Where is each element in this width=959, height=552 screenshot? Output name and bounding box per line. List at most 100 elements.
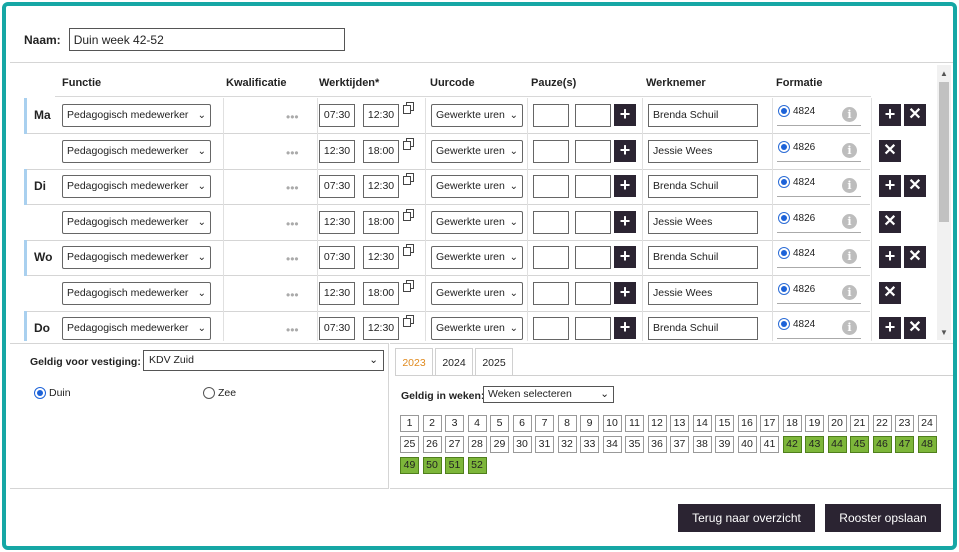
week-checkbox[interactable]: 27: [445, 436, 464, 453]
kwalificatie-more-icon[interactable]: •••: [286, 323, 299, 337]
radio-icon[interactable]: [34, 387, 46, 399]
end-time-input[interactable]: 12:30: [363, 175, 399, 198]
start-time-input[interactable]: 12:30: [319, 210, 355, 234]
week-checkbox[interactable]: 43: [805, 436, 824, 453]
week-checkbox[interactable]: 26: [422, 436, 442, 453]
add-row-button[interactable]: +: [879, 317, 901, 339]
info-icon[interactable]: i: [842, 249, 857, 264]
week-checkbox[interactable]: 38: [692, 436, 712, 453]
scroll-down-icon[interactable]: ▼: [940, 328, 948, 337]
add-pause-button[interactable]: +: [614, 210, 636, 233]
week-checkbox[interactable]: 15: [715, 415, 734, 432]
copy-icon[interactable]: [403, 102, 415, 115]
end-time-input[interactable]: 12:30: [363, 317, 399, 340]
info-icon[interactable]: i: [842, 284, 857, 300]
week-checkbox[interactable]: 7: [535, 415, 554, 432]
kwalificatie-more-icon[interactable]: •••: [286, 217, 299, 231]
week-checkbox[interactable]: 29: [490, 436, 509, 453]
vestiging-select[interactable]: KDV Zuid ⌄: [143, 350, 384, 371]
week-checkbox[interactable]: 1: [400, 415, 419, 432]
pause-end-input[interactable]: [575, 210, 611, 234]
delete-row-button[interactable]: ✕: [904, 317, 926, 339]
save-schedule-button[interactable]: Rooster opslaan: [825, 504, 941, 532]
start-time-input[interactable]: 12:30: [319, 139, 355, 163]
functie-select[interactable]: Pedagogisch medewerker ⌄: [62, 210, 211, 234]
formatie-radio[interactable]: [778, 282, 790, 295]
vestiging-option-duin[interactable]: Duin: [34, 387, 71, 399]
functie-select[interactable]: Pedagogisch medewerker ⌄: [62, 175, 211, 198]
week-checkbox[interactable]: 48: [917, 436, 937, 453]
week-checkbox[interactable]: 12: [647, 415, 667, 432]
week-checkbox[interactable]: 2: [422, 415, 442, 432]
formatie-radio[interactable]: [778, 140, 790, 153]
week-checkbox[interactable]: 4: [467, 415, 487, 432]
formatie-radio[interactable]: [778, 247, 790, 259]
pause-start-input[interactable]: [533, 139, 569, 163]
week-checkbox[interactable]: 23: [895, 415, 914, 432]
week-checkbox[interactable]: 5: [490, 415, 509, 432]
week-checkbox[interactable]: 34: [602, 436, 622, 453]
delete-row-button[interactable]: ✕: [904, 175, 926, 197]
delete-row-button[interactable]: ✕: [879, 210, 901, 233]
start-time-input[interactable]: 07:30: [319, 317, 355, 340]
kwalificatie-more-icon[interactable]: •••: [286, 252, 299, 266]
pause-start-input[interactable]: [533, 281, 569, 305]
week-checkbox[interactable]: 50: [422, 457, 442, 474]
add-row-button[interactable]: +: [879, 104, 901, 126]
delete-row-button[interactable]: ✕: [904, 104, 926, 126]
add-row-button[interactable]: +: [879, 175, 901, 197]
pause-start-input[interactable]: [533, 210, 569, 234]
functie-select[interactable]: Pedagogisch medewerker ⌄: [62, 281, 211, 305]
werknemer-input[interactable]: Brenda Schuil: [648, 246, 758, 269]
kwalificatie-more-icon[interactable]: •••: [286, 288, 299, 302]
week-checkbox[interactable]: 14: [692, 415, 712, 432]
info-icon[interactable]: i: [842, 178, 857, 193]
week-checkbox[interactable]: 28: [467, 436, 487, 453]
werknemer-input[interactable]: Brenda Schuil: [648, 104, 758, 127]
copy-icon[interactable]: [403, 315, 415, 328]
week-checkbox[interactable]: 30: [512, 436, 532, 453]
week-checkbox[interactable]: 51: [445, 457, 464, 474]
end-time-input[interactable]: 12:30: [363, 246, 399, 269]
start-time-input[interactable]: 07:30: [319, 246, 355, 269]
add-pause-button[interactable]: +: [614, 104, 636, 126]
week-checkbox[interactable]: 52: [467, 457, 487, 474]
week-checkbox[interactable]: 18: [782, 415, 802, 432]
add-row-button[interactable]: +: [879, 246, 901, 268]
end-time-input[interactable]: 18:00: [363, 210, 399, 234]
week-checkbox[interactable]: 9: [580, 415, 599, 432]
werknemer-input[interactable]: Jessie Wees: [648, 210, 758, 234]
pause-end-input[interactable]: [575, 281, 611, 305]
week-checkbox[interactable]: 45: [850, 436, 869, 453]
info-icon[interactable]: i: [842, 213, 857, 229]
pause-end-input[interactable]: [575, 317, 611, 340]
add-pause-button[interactable]: +: [614, 317, 636, 339]
week-checkbox[interactable]: 25: [400, 436, 419, 453]
week-checkbox[interactable]: 35: [625, 436, 644, 453]
uurcode-select[interactable]: Gewerkte uren ⌄: [431, 281, 523, 305]
week-checkbox[interactable]: 3: [445, 415, 464, 432]
pause-start-input[interactable]: [533, 175, 569, 198]
start-time-input[interactable]: 07:30: [319, 104, 355, 127]
week-checkbox[interactable]: 47: [895, 436, 914, 453]
week-checkbox[interactable]: 20: [827, 415, 847, 432]
week-checkbox[interactable]: 13: [670, 415, 689, 432]
week-checkbox[interactable]: 6: [512, 415, 532, 432]
week-checkbox[interactable]: 31: [535, 436, 554, 453]
delete-row-button[interactable]: ✕: [904, 246, 926, 268]
pause-start-input[interactable]: [533, 104, 569, 127]
pause-start-input[interactable]: [533, 317, 569, 340]
functie-select[interactable]: Pedagogisch medewerker ⌄: [62, 246, 211, 269]
kwalificatie-more-icon[interactable]: •••: [286, 146, 299, 160]
add-pause-button[interactable]: +: [614, 175, 636, 197]
delete-row-button[interactable]: ✕: [879, 281, 901, 304]
add-pause-button[interactable]: +: [614, 139, 636, 162]
werknemer-input[interactable]: Brenda Schuil: [648, 317, 758, 340]
week-checkbox[interactable]: 49: [400, 457, 419, 474]
week-checkbox[interactable]: 37: [670, 436, 689, 453]
uurcode-select[interactable]: Gewerkte uren ⌄: [431, 139, 523, 163]
vestiging-option-zee[interactable]: Zee: [203, 387, 236, 399]
pause-end-input[interactable]: [575, 175, 611, 198]
formatie-radio[interactable]: [778, 211, 790, 224]
tab-2025[interactable]: 2025: [475, 348, 513, 376]
